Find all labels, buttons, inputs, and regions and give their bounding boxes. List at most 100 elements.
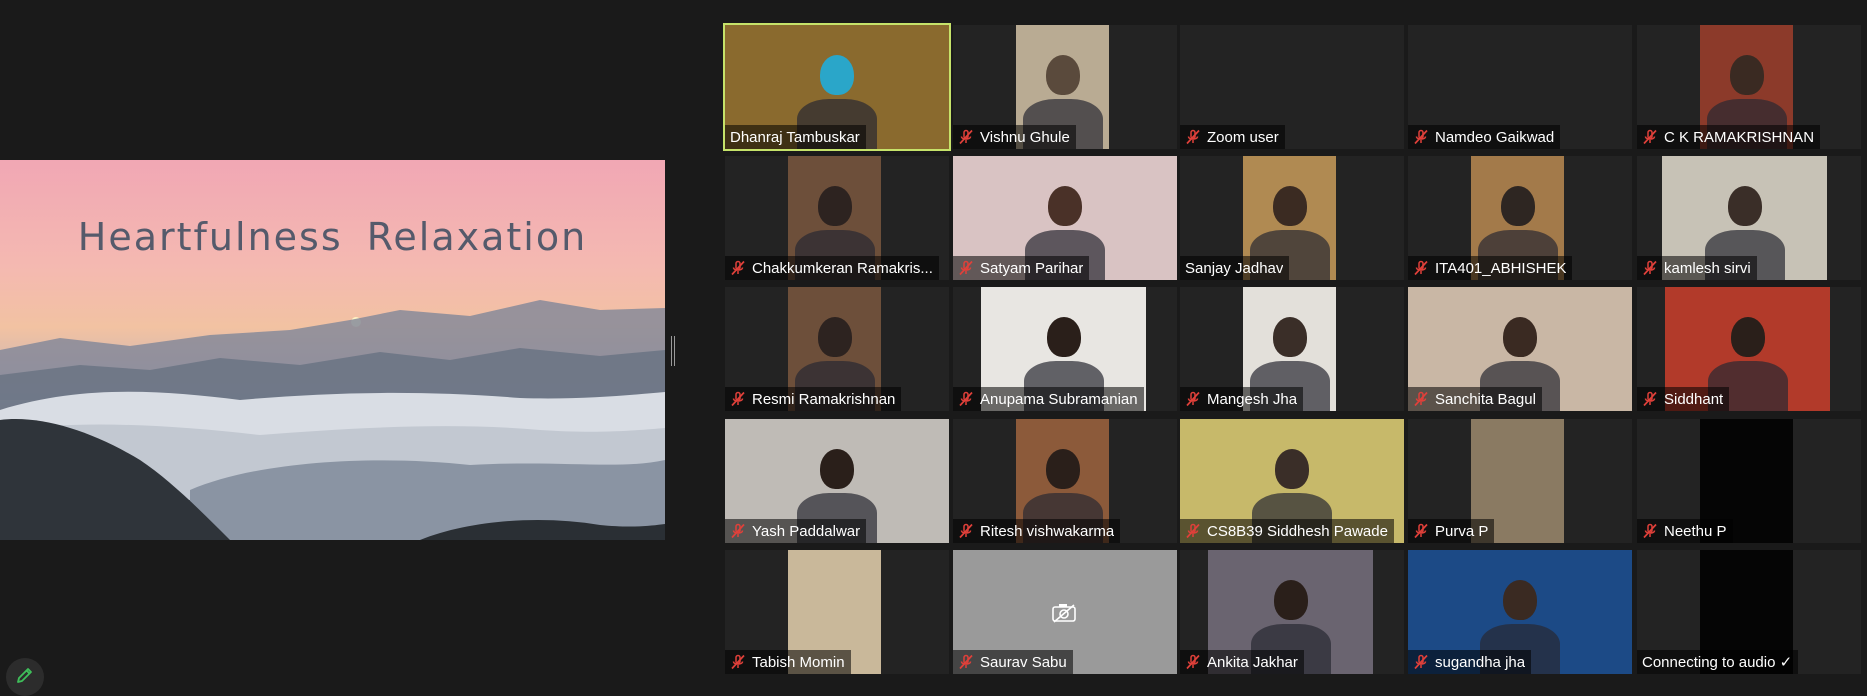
participant-name: Resmi Ramakrishnan (752, 390, 896, 408)
microphone-muted-icon (958, 523, 974, 539)
person-head (1048, 186, 1082, 226)
participant-name: CS8B39 Siddhesh Pawade (1207, 522, 1388, 540)
participant-name-bar: Sanjay Jadhav (1180, 256, 1290, 280)
microphone-muted-icon (1413, 391, 1429, 407)
microphone-muted-icon (958, 391, 974, 407)
person-head (817, 317, 852, 357)
participant-name-bar: Dhanraj Tambuskar (725, 125, 866, 149)
participant-tile[interactable]: Ankita Jakhar (1180, 550, 1404, 674)
participant-tile[interactable]: Vishnu Ghule (953, 25, 1177, 149)
person-head (820, 449, 854, 489)
participant-name: Connecting to audio ✓ (1642, 654, 1793, 671)
participant-tile[interactable]: C K RAMAKRISHNAN (1637, 25, 1861, 149)
person-head (1503, 580, 1537, 620)
participant-name: sugandha jha (1435, 653, 1526, 671)
person-head (1727, 186, 1762, 226)
participant-tile[interactable]: Connecting to audio ✓ (1637, 550, 1861, 674)
participant-name: Anupama Subramanian (980, 390, 1138, 408)
participant-name: Siddhant (1664, 390, 1724, 408)
person-head (1045, 55, 1080, 95)
participant-name-bar: Ritesh vishwakarma (953, 519, 1121, 543)
participant-name: kamlesh sirvi (1664, 259, 1751, 277)
participant-tile[interactable]: Namdeo Gaikwad (1408, 25, 1632, 149)
participant-tile[interactable]: Chakkumkeran Ramakris... (725, 156, 949, 280)
participant-name: Dhanraj Tambuskar (730, 128, 860, 146)
person-head (1046, 317, 1081, 357)
participant-tile[interactable]: Purva P (1408, 419, 1632, 543)
participant-name-bar: C K RAMAKRISHNAN (1637, 125, 1821, 149)
microphone-muted-icon (1185, 523, 1201, 539)
participant-name: Saurav Sabu (980, 653, 1067, 671)
person-head (817, 186, 852, 226)
participant-tile[interactable]: Sanjay Jadhav (1180, 156, 1404, 280)
microphone-muted-icon (1185, 391, 1201, 407)
participant-tile[interactable]: Dhanraj Tambuskar (723, 23, 951, 151)
microphone-muted-icon (1413, 523, 1429, 539)
participant-name-bar: Neethu P (1637, 519, 1733, 543)
participant-name: Satyam Parihar (980, 259, 1084, 277)
participant-name-bar: Purva P (1408, 519, 1495, 543)
participant-name: C K RAMAKRISHNAN (1664, 128, 1815, 146)
participant-name-bar: Namdeo Gaikwad (1408, 125, 1561, 149)
participant-tile[interactable]: Yash Paddalwar (725, 419, 949, 543)
person-head (1729, 55, 1764, 95)
participant-tile[interactable]: kamlesh sirvi (1637, 156, 1861, 280)
participant-tile[interactable]: Satyam Parihar (953, 156, 1177, 280)
microphone-muted-icon (1642, 523, 1658, 539)
participant-name: Sanjay Jadhav (1185, 259, 1284, 277)
microphone-muted-icon (1185, 129, 1201, 145)
person-head (1273, 580, 1308, 620)
microphone-muted-icon (730, 654, 746, 670)
microphone-muted-icon (958, 654, 974, 670)
person-head (1272, 317, 1307, 357)
participant-tile[interactable]: Ritesh vishwakarma (953, 419, 1177, 543)
participant-name-bar: Anupama Subramanian (953, 387, 1144, 411)
person-head (1045, 449, 1080, 489)
participant-tile[interactable]: Resmi Ramakrishnan (725, 287, 949, 411)
participant-tile[interactable]: sugandha jha (1408, 550, 1632, 674)
participant-name: Namdeo Gaikwad (1435, 128, 1555, 146)
participant-tile[interactable]: Tabish Momin (725, 550, 949, 674)
participant-tile[interactable]: Anupama Subramanian (953, 287, 1177, 411)
participant-name-bar: Satyam Parihar (953, 256, 1090, 280)
gallery-view: Dhanraj Tambuskar Vishnu Ghule Zoom user Na… (0, 0, 1867, 690)
microphone-muted-icon (958, 129, 974, 145)
participant-name: ITA401_ABHISHEK (1435, 259, 1567, 277)
participant-tile[interactable]: Zoom user (1180, 25, 1404, 149)
participant-name: Zoom user (1207, 128, 1279, 146)
participant-name-bar: CS8B39 Siddhesh Pawade (1180, 519, 1394, 543)
participant-name: Sanchita Bagul (1435, 390, 1536, 408)
microphone-muted-icon (730, 391, 746, 407)
participant-tile[interactable]: ITA401_ABHISHEK (1408, 156, 1632, 280)
participant-name: Ankita Jakhar (1207, 653, 1298, 671)
participant-tile[interactable]: CS8B39 Siddhesh Pawade (1180, 419, 1404, 543)
participant-tile[interactable]: Mangesh Jha (1180, 287, 1404, 411)
participant-name-bar: Sanchita Bagul (1408, 387, 1542, 411)
participant-name: Chakkumkeran Ramakris... (752, 259, 933, 277)
participant-name: Vishnu Ghule (980, 128, 1070, 146)
microphone-muted-icon (1413, 129, 1429, 145)
annotate-button[interactable] (6, 658, 44, 696)
person-head (1275, 449, 1309, 489)
participant-name-bar: Chakkumkeran Ramakris... (725, 256, 939, 280)
participant-tile[interactable]: Saurav Sabu (953, 550, 1177, 674)
participant-tile[interactable]: Neethu P (1637, 419, 1861, 543)
microphone-muted-icon (1642, 391, 1658, 407)
participant-tile[interactable]: Sanchita Bagul (1408, 287, 1632, 411)
person-head (1500, 186, 1535, 226)
participant-tile[interactable]: Siddhant (1637, 287, 1861, 411)
person-head (820, 55, 854, 95)
participant-name-bar: Vishnu Ghule (953, 125, 1076, 149)
participant-name-bar: Resmi Ramakrishnan (725, 387, 902, 411)
microphone-muted-icon (730, 523, 746, 539)
microphone-muted-icon (730, 260, 746, 276)
participant-name-bar: kamlesh sirvi (1637, 256, 1757, 280)
participant-name-bar: ITA401_ABHISHEK (1408, 256, 1573, 280)
participant-name: Ritesh vishwakarma (980, 522, 1115, 540)
participant-name: Yash Paddalwar (752, 522, 861, 540)
microphone-muted-icon (1642, 260, 1658, 276)
participant-name-bar: Mangesh Jha (1180, 387, 1304, 411)
participant-name-bar: Tabish Momin (725, 650, 851, 674)
microphone-muted-icon (1413, 260, 1429, 276)
participant-name-bar: Saurav Sabu (953, 650, 1073, 674)
